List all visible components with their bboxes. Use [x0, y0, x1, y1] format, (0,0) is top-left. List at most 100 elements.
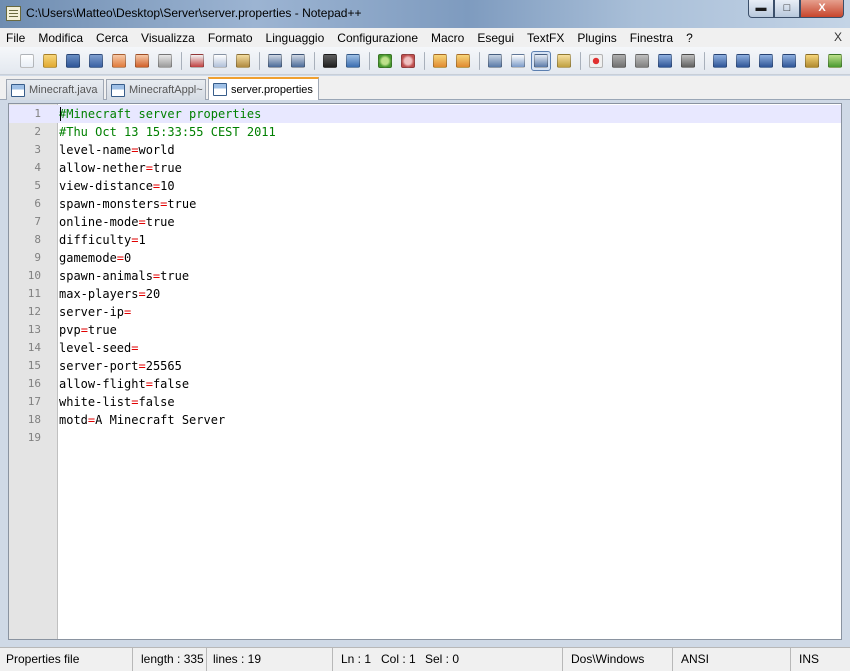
save-all-icon[interactable]	[87, 52, 105, 70]
notepad-app-icon[interactable]	[6, 6, 21, 21]
editor-line[interactable]: 10 spawn-animals=true	[9, 267, 841, 285]
comment-text: #Minecraft server properties	[59, 107, 262, 121]
menu-cerca[interactable]: Cerca	[96, 31, 128, 45]
tab-server-properties[interactable]: server.properties	[208, 77, 319, 100]
print-icon-glyph	[158, 53, 172, 68]
paste-icon[interactable]	[234, 52, 252, 70]
menu-plugins[interactable]: Plugins	[577, 31, 616, 45]
open-file-icon-glyph	[43, 53, 57, 68]
editor-line[interactable]: 19	[9, 429, 841, 447]
close-icon[interactable]	[110, 52, 128, 70]
editor-line[interactable]: 18 motd=A Minecraft Server	[9, 411, 841, 429]
status-insert-mode: INS	[799, 652, 820, 666]
assign-operator: =	[138, 215, 146, 229]
maximize-button[interactable]: □	[774, 0, 800, 18]
assign-operator: =	[145, 377, 153, 391]
property-value: true	[145, 215, 175, 229]
replace-icon[interactable]	[344, 52, 362, 70]
toolbar	[0, 47, 850, 75]
sync-vertical-icon[interactable]	[431, 52, 449, 70]
doc-map-icon[interactable]	[555, 52, 573, 70]
copy-icon-glyph	[213, 53, 227, 68]
toolbar-separator	[369, 51, 370, 70]
abc-check-icon[interactable]	[826, 52, 844, 70]
assign-operator: =	[145, 161, 153, 175]
tab-minecraftappl[interactable]: MinecraftAppl~	[106, 79, 206, 100]
find-icon[interactable]	[321, 52, 339, 70]
close-all-icon[interactable]	[133, 52, 151, 70]
word-wrap-icon[interactable]	[486, 52, 504, 70]
stop-record-icon[interactable]	[610, 52, 628, 70]
minimize-button[interactable]: ▬	[748, 0, 774, 18]
editor-lines[interactable]: 1 #Minecraft server properties 2 #Thu Oct 1…	[9, 105, 841, 447]
word-wrap-icon-glyph	[488, 53, 502, 68]
menu-esegui[interactable]: Esegui	[477, 31, 514, 45]
editor-line[interactable]: 9 gamemode=0	[9, 249, 841, 267]
copy-icon[interactable]	[211, 52, 229, 70]
record-macro-icon-glyph	[589, 53, 603, 68]
menu-macro[interactable]: Macro	[431, 31, 464, 45]
editor-line[interactable]: 12 server-ip=	[9, 303, 841, 321]
indent-guide-icon[interactable]	[531, 50, 551, 71]
property-key: view-distance	[59, 179, 153, 193]
menu-modifica[interactable]: Modifica	[38, 31, 83, 45]
zoom-out-icon[interactable]	[399, 52, 417, 70]
menu-configurazione[interactable]: Configurazione	[337, 31, 418, 45]
menu-formato[interactable]: Formato	[208, 31, 253, 45]
save-icon[interactable]	[64, 52, 82, 70]
toolbar-separator	[314, 51, 315, 70]
run-macro-multiple-icon[interactable]	[656, 52, 674, 70]
menu-finestra[interactable]: Finestra	[630, 31, 673, 45]
menu-help[interactable]: ?	[686, 31, 693, 45]
print-icon[interactable]	[156, 52, 174, 70]
textfx-icon[interactable]	[711, 52, 729, 70]
record-macro-icon[interactable]	[587, 52, 605, 70]
text-editor[interactable]: 1 #Minecraft server properties 2 #Thu Oct 1…	[8, 103, 842, 640]
tab-minecraft-java[interactable]: Minecraft.java	[6, 79, 104, 100]
show-all-chars-icon[interactable]	[509, 52, 527, 70]
zoom-in-icon[interactable]	[376, 52, 394, 70]
editor-line[interactable]: 16 allow-flight=false	[9, 375, 841, 393]
editor-line[interactable]: 11 max-players=20	[9, 285, 841, 303]
new-file-icon[interactable]	[18, 52, 36, 70]
editor-line[interactable]: 6 spawn-monsters=true	[9, 195, 841, 213]
cut-icon[interactable]	[188, 52, 206, 70]
close-window-button[interactable]: X	[800, 0, 844, 18]
editor-line[interactable]: 4 allow-nether=true	[9, 159, 841, 177]
play-macro-icon[interactable]	[633, 52, 651, 70]
property-key: pvp	[59, 323, 81, 337]
redo-icon[interactable]	[289, 52, 307, 70]
menu-file[interactable]: File	[6, 31, 25, 45]
tab-label: MinecraftAppl~	[129, 84, 203, 96]
line-code: gamemode=0	[59, 249, 131, 267]
down-alt-icon[interactable]	[780, 52, 798, 70]
spell-check-icon[interactable]	[803, 52, 821, 70]
menu-linguaggio[interactable]: Linguaggio	[266, 31, 325, 45]
close-document-button[interactable]: X	[834, 30, 842, 44]
undo-icon[interactable]	[266, 52, 284, 70]
up-icon[interactable]	[734, 52, 752, 70]
editor-line[interactable]: 8 difficulty=1	[9, 231, 841, 249]
editor-line[interactable]: 2 #Thu Oct 13 15:33:55 CEST 2011	[9, 123, 841, 141]
menu-visualizza[interactable]: Visualizza	[141, 31, 195, 45]
editor-line[interactable]: 13 pvp=true	[9, 321, 841, 339]
editor-line[interactable]: 15 server-port=25565	[9, 357, 841, 375]
assign-operator: =	[131, 341, 139, 355]
editor-line[interactable]: 14 level-seed=	[9, 339, 841, 357]
editor-line[interactable]: 5 view-distance=10	[9, 177, 841, 195]
editor-line[interactable]: 7 online-mode=true	[9, 213, 841, 231]
property-value: 20	[145, 287, 161, 301]
editor-line[interactable]: 1 #Minecraft server properties	[9, 105, 841, 123]
editor-line[interactable]: 17 white-list=false	[9, 393, 841, 411]
property-key: online-mode	[59, 215, 139, 229]
save-macro-icon[interactable]	[679, 52, 697, 70]
title-bar[interactable]: C:\Users\Matteo\Desktop\Server\server.pr…	[0, 0, 850, 28]
sync-horizontal-icon-glyph	[456, 53, 470, 68]
down-icon[interactable]	[757, 52, 775, 70]
editor-line[interactable]: 3 level-name=world	[9, 141, 841, 159]
sync-horizontal-icon[interactable]	[454, 52, 472, 70]
menu-textfx[interactable]: TextFX	[527, 31, 564, 45]
open-file-icon[interactable]	[41, 52, 59, 70]
line-code: online-mode=true	[59, 213, 175, 231]
assign-operator: =	[80, 323, 88, 337]
